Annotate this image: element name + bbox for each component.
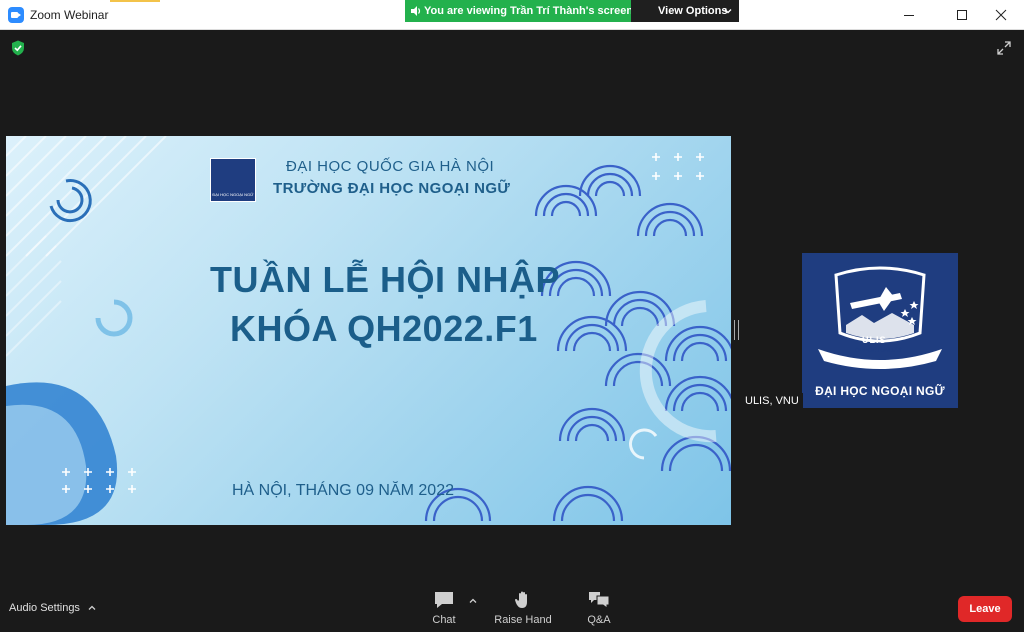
leave-button[interactable]: Leave bbox=[958, 596, 1012, 622]
fullscreen-icon[interactable] bbox=[996, 40, 1012, 56]
participant-logo-acronym: ULIS bbox=[862, 335, 887, 345]
qa-label: Q&A bbox=[587, 614, 611, 626]
zoom-logo-icon bbox=[8, 7, 24, 23]
title-accent-strip bbox=[110, 0, 160, 2]
panel-resize-handle[interactable] bbox=[734, 320, 739, 340]
qa-button[interactable]: Q&A bbox=[584, 590, 614, 630]
chat-label: Chat bbox=[432, 614, 456, 626]
speaker-icon bbox=[411, 6, 421, 16]
shared-screen-slide: ĐẠI HỌC NGOẠI NGỮ ĐẠI HỌC QUỐC GIA HÀ NỘ… bbox=[6, 136, 731, 525]
slide-date-line: HÀ NỘI, THÁNG 09 NĂM 2022 bbox=[232, 482, 454, 499]
chat-button[interactable]: Chat bbox=[426, 590, 462, 630]
chevron-down-icon bbox=[724, 9, 732, 14]
meeting-toolbar: Audio Settings Chat Raise Hand Q&A Leave bbox=[0, 588, 1024, 632]
chevron-up-icon[interactable] bbox=[88, 604, 96, 612]
slide-school-name: TRƯỜNG ĐẠI HỌC NGOẠI NGỮ bbox=[273, 180, 511, 197]
raise-hand-icon bbox=[515, 591, 527, 608]
meeting-area: ĐẠI HỌC NGOẠI NGỮ ĐẠI HỌC QUỐC GIA HÀ NỘ… bbox=[0, 30, 1024, 588]
slide-university-name: ĐẠI HỌC QUỐC GIA HÀ NỘI bbox=[286, 158, 495, 175]
audio-settings-button[interactable]: Audio Settings bbox=[9, 602, 80, 614]
viewing-screen-text: You are viewing Trần Trí Thành's screen bbox=[424, 5, 634, 17]
slide-logo-caption: ĐẠI HỌC NGOẠI NGỮ bbox=[212, 192, 254, 197]
participant-logo-text: ĐẠI HỌC NGOẠI NGỮ bbox=[815, 384, 945, 398]
raise-hand-button[interactable]: Raise Hand bbox=[494, 590, 552, 630]
close-window-button[interactable] bbox=[978, 0, 1024, 30]
viewing-screen-banner: You are viewing Trần Trí Thành's screen bbox=[405, 0, 634, 22]
chat-bubble-icon bbox=[435, 592, 453, 608]
participant-logo-motto: OPPORTUNITAS bbox=[855, 348, 902, 354]
minimize-icon bbox=[904, 15, 914, 16]
view-options-button[interactable]: View Options bbox=[631, 0, 739, 22]
participant-video-tile[interactable]: ULIS OPPORTUNITAS ĐẠI HỌC NGOẠI NGỮ bbox=[802, 253, 958, 408]
window-title: Zoom Webinar bbox=[30, 8, 109, 22]
close-icon bbox=[995, 9, 1007, 21]
participant-name-tag: ULIS, VNU bbox=[741, 393, 803, 410]
slide-title-line2: KHÓA QH2022.F1 bbox=[230, 308, 538, 349]
minimize-button[interactable] bbox=[886, 0, 932, 30]
slide-title-line1: TUẦN LỄ HỘI NHẬP bbox=[210, 259, 560, 300]
title-bar: Zoom Webinar You are viewing Trần Trí Th… bbox=[0, 0, 1024, 30]
qa-icon bbox=[589, 592, 610, 609]
chat-options-chevron-icon[interactable] bbox=[469, 597, 477, 605]
maximize-icon bbox=[957, 10, 967, 20]
view-options-label: View Options bbox=[658, 5, 728, 17]
security-shield-icon[interactable] bbox=[11, 40, 25, 56]
raise-hand-label: Raise Hand bbox=[494, 614, 552, 626]
